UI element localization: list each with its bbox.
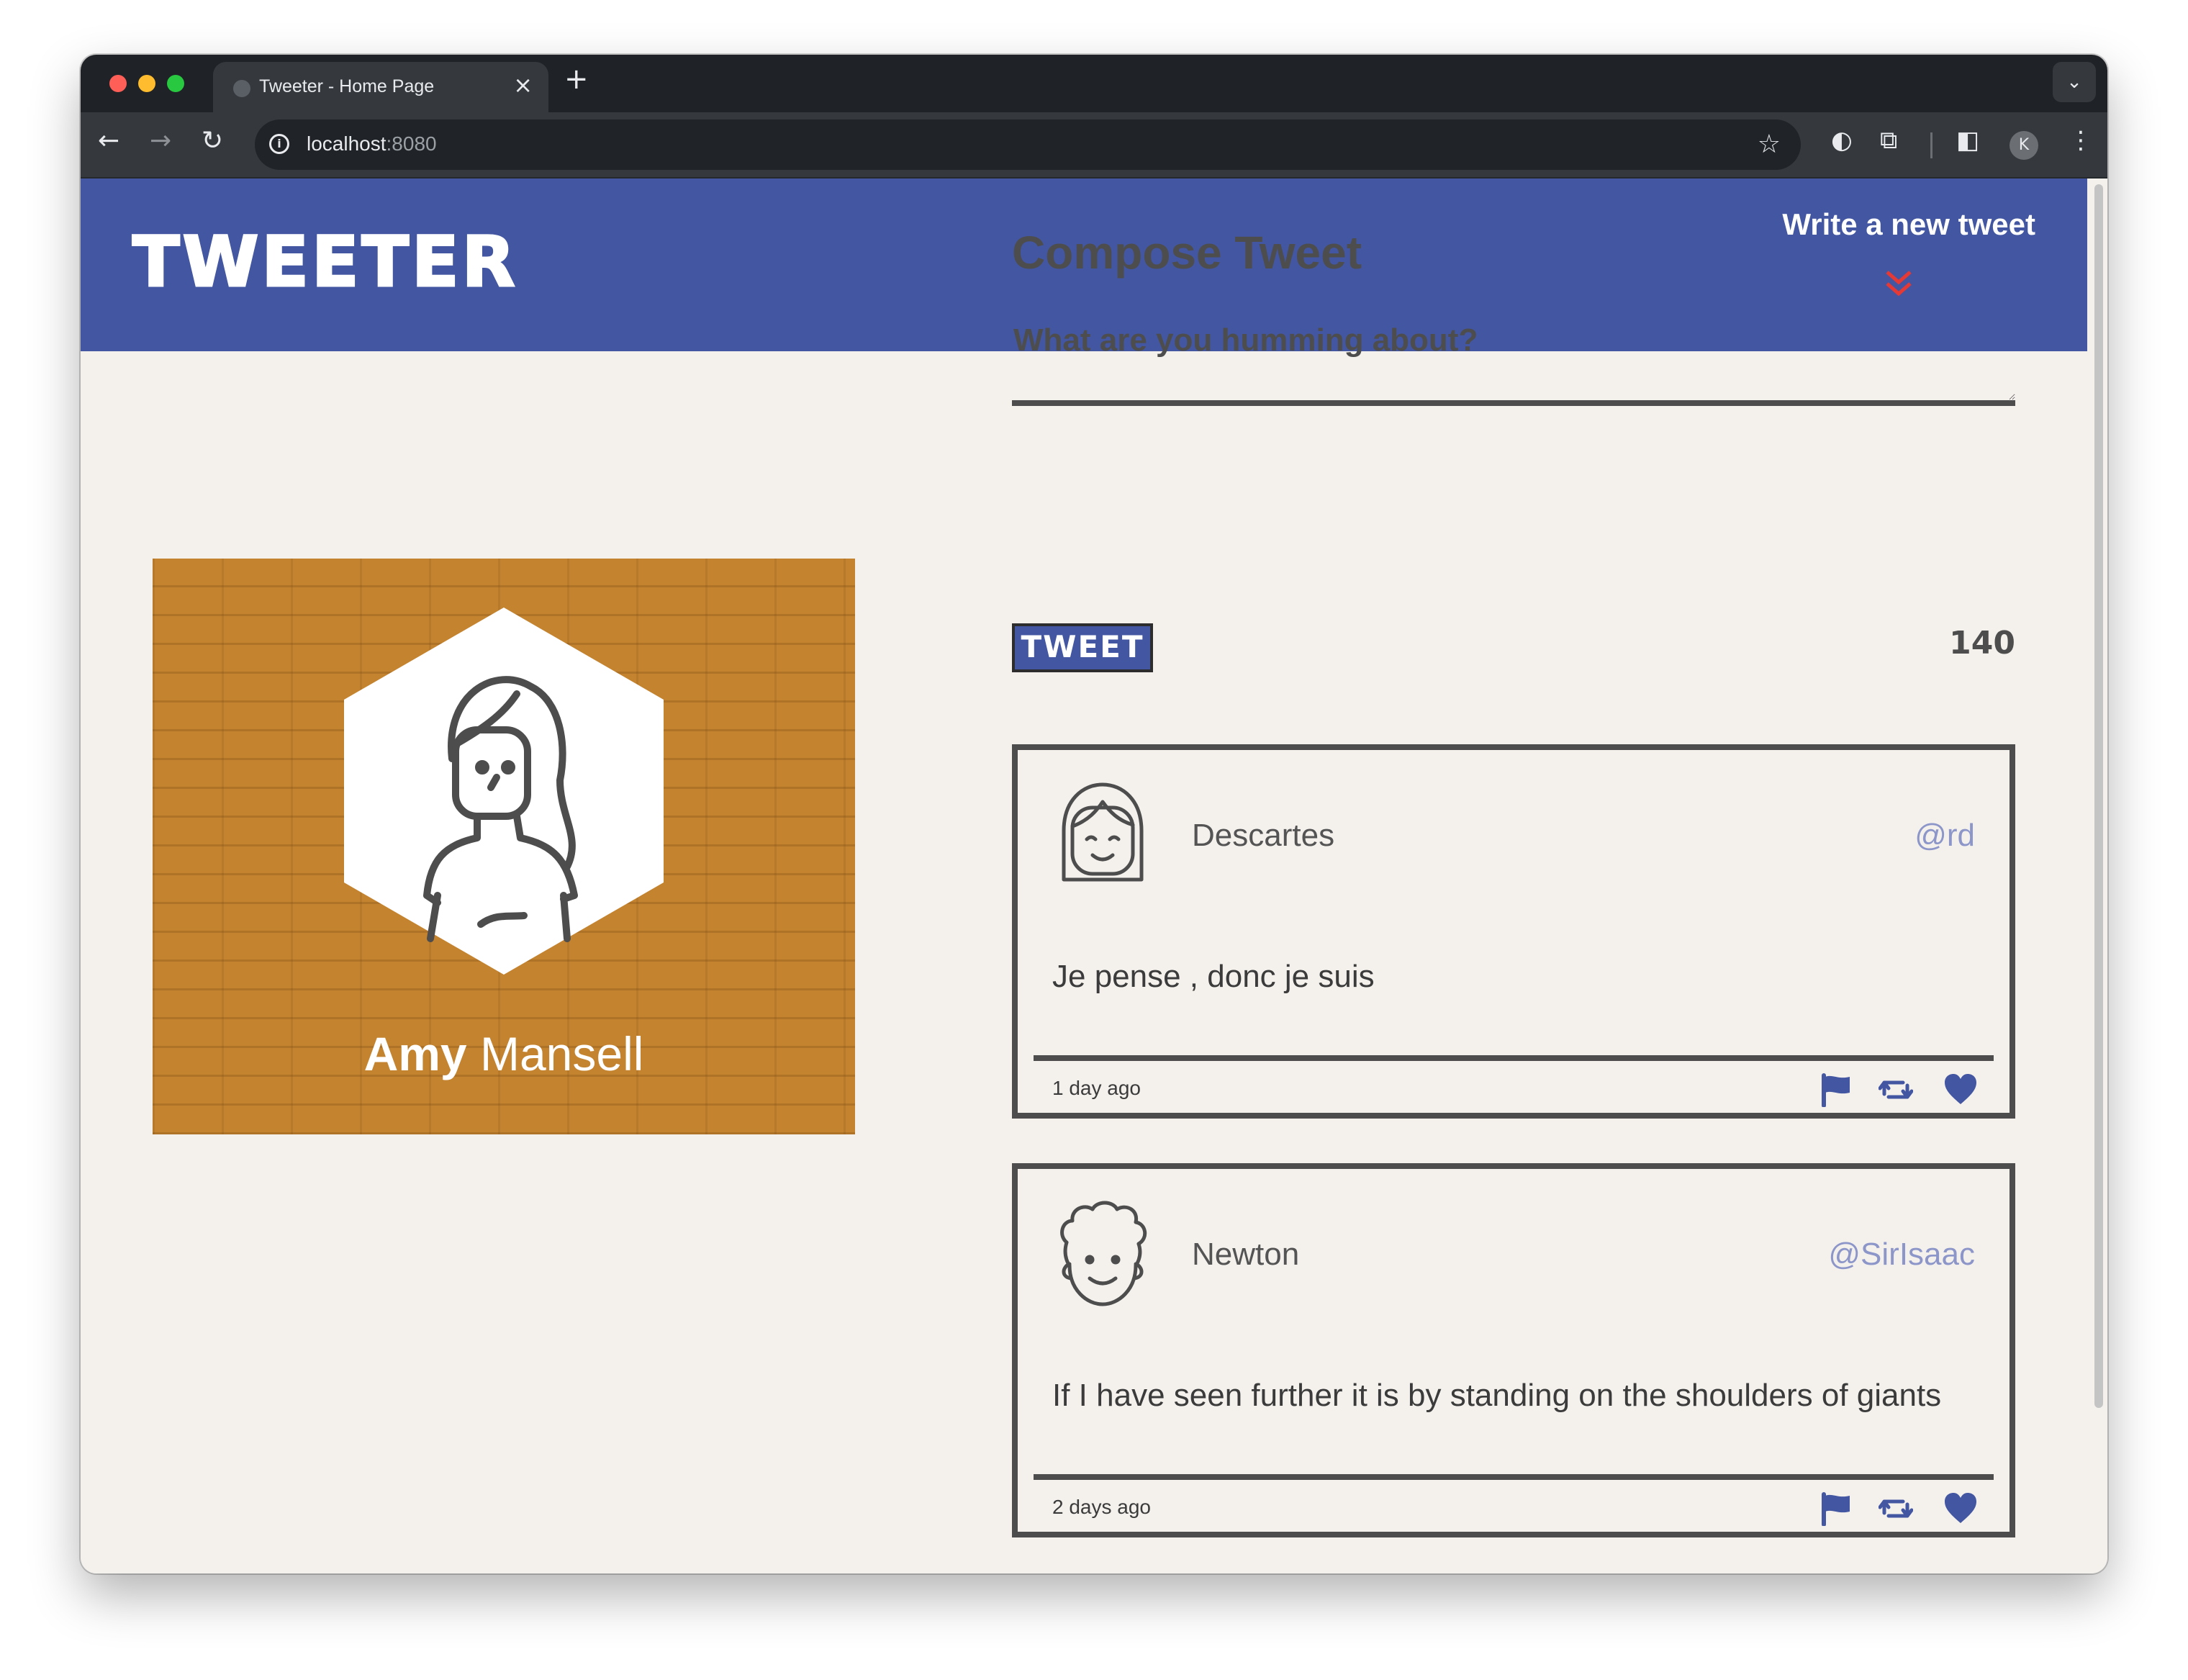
- tweet-content: If I have seen further it is by standing…: [1052, 1378, 1942, 1413]
- tab-strip: Tweeter - Home Page × + ⌄: [81, 55, 2107, 112]
- scrollbar-thumb[interactable]: [2094, 184, 2103, 1408]
- compose-title: Compose Tweet: [1012, 227, 1362, 279]
- character-counter: 140: [1949, 625, 2015, 661]
- flag-icon[interactable]: [1818, 1491, 1853, 1526]
- tweet-card: Newton @SirIsaac If I have seen further …: [1012, 1163, 2015, 1537]
- profile-first-name: Amy: [363, 1027, 467, 1080]
- close-window-button[interactable]: [109, 75, 127, 92]
- tweet-author-name: Descartes: [1192, 818, 1335, 853]
- url-text: localhost:8080: [307, 132, 437, 155]
- tweet-timestamp: 1 day ago: [1052, 1077, 1141, 1099]
- close-tab-icon[interactable]: ×: [513, 73, 533, 96]
- tab-home-page[interactable]: Tweeter - Home Page ×: [213, 62, 548, 112]
- retweet-icon[interactable]: [1879, 1072, 1913, 1107]
- tab-title: Tweeter - Home Page: [259, 76, 435, 96]
- tweet-textarea[interactable]: [1012, 363, 2015, 406]
- user-avatar: [1060, 1201, 1147, 1306]
- user-avatar: [1062, 782, 1144, 882]
- profile-name: Amy Mansell: [153, 1026, 855, 1081]
- tweet-author-handle[interactable]: @rd: [1914, 818, 1975, 854]
- new-tab-icon[interactable]: +: [564, 65, 589, 94]
- heart-icon[interactable]: [1943, 1491, 1978, 1526]
- profile-last-name: Mansell: [479, 1027, 644, 1080]
- puzzle-extensions-icon[interactable]: ⧉: [1880, 128, 1897, 153]
- tweet-divider: [1034, 1055, 1994, 1061]
- web-page: TWEETER Write a new tweet Amy Mansell Co…: [81, 179, 2087, 1573]
- address-bar[interactable]: i localhost:8080 ☆: [255, 119, 1801, 170]
- tweet-card: Descartes @rd Je pense , donc je suis 1 …: [1012, 744, 2015, 1119]
- url-port: :8080: [386, 132, 437, 155]
- url-host: localhost: [307, 132, 386, 155]
- tweet-content: Je pense , donc je suis: [1052, 959, 1375, 994]
- double-chevron-down-icon[interactable]: [1883, 268, 1914, 299]
- more-menu-icon[interactable]: ⋮: [2069, 128, 2093, 153]
- reload-icon[interactable]: ↻: [202, 128, 223, 154]
- profile-avatar-hexagon: [344, 608, 664, 975]
- site-info-icon[interactable]: i: [269, 134, 289, 154]
- tweet-author-handle[interactable]: @SirIsaac: [1828, 1237, 1975, 1273]
- tweet-divider: [1034, 1474, 1994, 1480]
- tweet-author-name: Newton: [1192, 1237, 1300, 1272]
- tweet-submit-button[interactable]: TWEET: [1012, 623, 1153, 672]
- tweet-timestamp: 2 days ago: [1052, 1496, 1151, 1518]
- toolbar-divider: [1930, 132, 1932, 158]
- flag-icon[interactable]: [1818, 1072, 1853, 1107]
- forward-arrow-icon[interactable]: →: [150, 128, 171, 154]
- tab-search-chevron-icon[interactable]: ⌄: [2053, 62, 2096, 102]
- logo: TWEETER: [132, 221, 518, 304]
- bookmark-star-icon[interactable]: ☆: [1758, 130, 1781, 159]
- profile-card: Amy Mansell: [153, 559, 855, 1134]
- heart-icon[interactable]: [1943, 1072, 1978, 1107]
- minimize-window-button[interactable]: [138, 75, 155, 92]
- page-scrollbar[interactable]: [2087, 179, 2107, 1573]
- maximize-window-button[interactable]: [167, 75, 184, 92]
- extension-icon[interactable]: ◐: [1831, 128, 1853, 153]
- globe-icon: [233, 80, 250, 97]
- back-arrow-icon[interactable]: ←: [98, 128, 119, 154]
- compose-prompt: What are you humming about?: [1013, 322, 1478, 358]
- browser-toolbar: ← → ↻ i localhost:8080 ☆ ◐ ⧉ ◧ K ⋮: [81, 112, 2107, 179]
- profile-avatar[interactable]: K: [2010, 131, 2038, 160]
- retweet-icon[interactable]: [1879, 1491, 1913, 1526]
- browser-window: Tweeter - Home Page × + ⌄ ← → ↻ i localh…: [81, 55, 2107, 1573]
- write-new-tweet-link[interactable]: Write a new tweet: [1782, 207, 2035, 242]
- side-panel-icon[interactable]: ◧: [1956, 128, 1979, 153]
